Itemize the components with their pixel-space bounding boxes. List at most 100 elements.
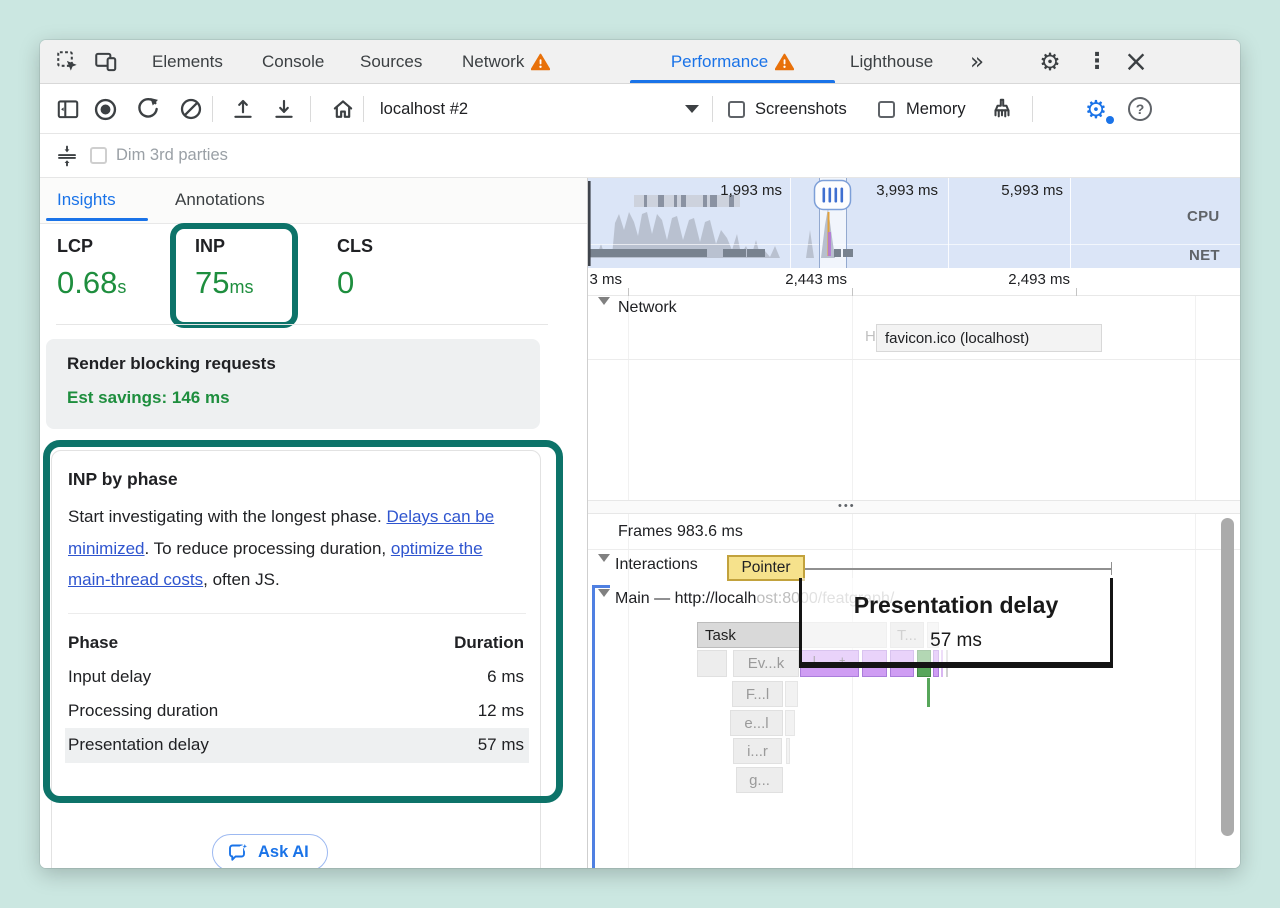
- interactions-track-expander[interactable]: [598, 562, 610, 580]
- devtools-tabbar: Elements Console Sources Network Perform…: [40, 40, 1240, 84]
- splitter-grip-dots: •••: [838, 500, 856, 512]
- frames-track-label[interactable]: Frames: [618, 523, 672, 541]
- metric-inp[interactable]: INP 75ms: [195, 236, 253, 301]
- flame-fn-bar[interactable]: i...r: [733, 738, 782, 764]
- triangle-down-icon: [598, 589, 610, 614]
- interaction-whisker: [805, 568, 1112, 570]
- flame-small-bar[interactable]: [786, 738, 790, 764]
- help-icon[interactable]: ?: [1128, 97, 1152, 121]
- screenshots-label[interactable]: Screenshots: [755, 100, 847, 119]
- flame-small-bar[interactable]: [785, 710, 795, 736]
- network-request-favicon[interactable]: favicon.ico (localhost): [876, 324, 1102, 352]
- dock-panel-icon[interactable]: [54, 95, 82, 123]
- tab-lighthouse[interactable]: Lighthouse: [850, 40, 933, 83]
- interaction-whisker-end: [1111, 562, 1113, 575]
- caret-down-icon[interactable]: [685, 105, 699, 113]
- kebab-menu-icon[interactable]: ⋮: [1086, 47, 1108, 77]
- triangle-down-icon: [598, 554, 610, 579]
- tab-elements[interactable]: Elements: [152, 40, 223, 83]
- frames-track-value: 983.6 ms: [677, 523, 743, 541]
- device-toolbar-icon[interactable]: [92, 48, 120, 76]
- annotation-title: Presentation delay: [802, 592, 1110, 619]
- collapse-tracks-icon[interactable]: [54, 143, 80, 169]
- tab-insights-underline: [46, 218, 148, 221]
- network-track-label: Network: [618, 299, 677, 317]
- memory-checkbox[interactable]: [878, 101, 895, 118]
- timeline-ruler: 3 ms 2,443 ms 2,493 ms: [588, 268, 1240, 296]
- toolbar-separator: [712, 96, 713, 122]
- tab-performance[interactable]: Performance: [630, 40, 835, 83]
- main-track-border-top: [592, 585, 610, 588]
- flame-task-bar[interactable]: Task: [697, 622, 800, 648]
- timeline-minimap[interactable]: 1,993 ms 3,993 ms 5,993 ms CPU NET: [588, 178, 1240, 268]
- garbage-collect-icon[interactable]: [988, 95, 1016, 123]
- ruler-label: 3 ms: [588, 271, 622, 288]
- grid-line: [628, 296, 629, 868]
- flame-small-bar[interactable]: [785, 681, 798, 707]
- settings-active-dot: [1106, 116, 1114, 124]
- dim-3rd-parties-checkbox[interactable]: [90, 147, 107, 164]
- reload-record-icon[interactable]: [134, 95, 162, 123]
- settings-gear-icon[interactable]: ⚙: [1035, 47, 1065, 77]
- more-tabs-icon[interactable]: »: [962, 47, 992, 77]
- toolbar-separator: [363, 96, 364, 122]
- flame-small-bar[interactable]: [697, 650, 727, 677]
- close-icon[interactable]: ×: [1120, 45, 1152, 77]
- divider: [56, 324, 548, 325]
- render-blocking-card[interactable]: Render blocking requests Est savings: 14…: [46, 339, 540, 429]
- inp-by-phase-card: INP by phase Start investigating with th…: [51, 450, 541, 868]
- ask-ai-button[interactable]: Ask AI: [212, 834, 328, 868]
- clipped-request-label: H: [865, 328, 876, 345]
- main-track-expander[interactable]: [598, 597, 610, 615]
- flame-fn-bar[interactable]: e...l: [730, 710, 783, 736]
- ruler-tick: [628, 288, 629, 296]
- table-row[interactable]: Input delay6 ms: [68, 667, 524, 687]
- upload-profile-icon[interactable]: [229, 95, 257, 123]
- timeline-panel: 1,993 ms 3,993 ms 5,993 ms CPU NET 3 ms …: [588, 178, 1240, 868]
- tab-insights[interactable]: Insights: [57, 190, 116, 210]
- divider: [588, 549, 1240, 550]
- ruler-label: 2,443 ms: [753, 271, 847, 288]
- cpu-track-label: CPU: [1187, 208, 1220, 225]
- record-icon[interactable]: [91, 95, 119, 123]
- flame-fn-bar[interactable]: F...l: [732, 681, 783, 707]
- clear-icon[interactable]: [177, 95, 205, 123]
- grid-line: [1195, 296, 1196, 868]
- devtools-window: Elements Console Sources Network Perform…: [40, 40, 1240, 868]
- flame-fn-bar[interactable]: g...: [736, 767, 783, 793]
- table-row[interactable]: Presentation delay57 ms: [68, 735, 524, 755]
- tab-annotations[interactable]: Annotations: [175, 190, 265, 210]
- flame-event-bar[interactable]: Ev...k: [733, 650, 799, 677]
- annotation-right-line: [1110, 578, 1113, 668]
- sidebar-tabs: Insights Annotations: [40, 178, 587, 224]
- interactions-track-label: Interactions: [615, 556, 698, 574]
- minimap-time-label: 1,993 ms: [688, 182, 782, 199]
- home-icon[interactable]: [329, 95, 357, 123]
- tab-sources[interactable]: Sources: [360, 40, 422, 83]
- ruler-label: 2,493 ms: [976, 271, 1070, 288]
- metric-lcp[interactable]: LCP 0.68s: [57, 236, 126, 301]
- vertical-scrollbar[interactable]: [1221, 518, 1234, 836]
- interaction-pointer-badge[interactable]: Pointer: [727, 555, 805, 581]
- metric-cls[interactable]: CLS 0: [337, 236, 373, 301]
- ruler-tick: [852, 288, 853, 296]
- target-selector[interactable]: localhost #2: [380, 100, 468, 119]
- tab-network[interactable]: Network: [462, 40, 550, 83]
- inspect-element-icon[interactable]: [54, 48, 82, 76]
- triangle-down-icon: [598, 297, 610, 322]
- tab-console[interactable]: Console: [262, 40, 324, 83]
- screenshots-checkbox[interactable]: [728, 101, 745, 118]
- inp-by-phase-title: INP by phase: [68, 469, 178, 490]
- annotation-bottom-line: [799, 662, 1113, 668]
- table-row[interactable]: Processing duration12 ms: [68, 701, 524, 721]
- render-blocking-title: Render blocking requests: [67, 354, 276, 374]
- network-track-expander[interactable]: [598, 305, 610, 323]
- warning-icon: [531, 53, 550, 71]
- desktop-background: { "colors":{"accent":"#1a73e8","link":"#…: [0, 0, 1280, 908]
- panel-splitter[interactable]: •••: [588, 500, 1240, 514]
- phase-table-header: PhaseDuration: [68, 633, 524, 653]
- download-profile-icon[interactable]: [270, 95, 298, 123]
- flame-paint-line: [927, 678, 930, 707]
- memory-label[interactable]: Memory: [906, 100, 966, 119]
- warning-icon: [775, 53, 794, 71]
